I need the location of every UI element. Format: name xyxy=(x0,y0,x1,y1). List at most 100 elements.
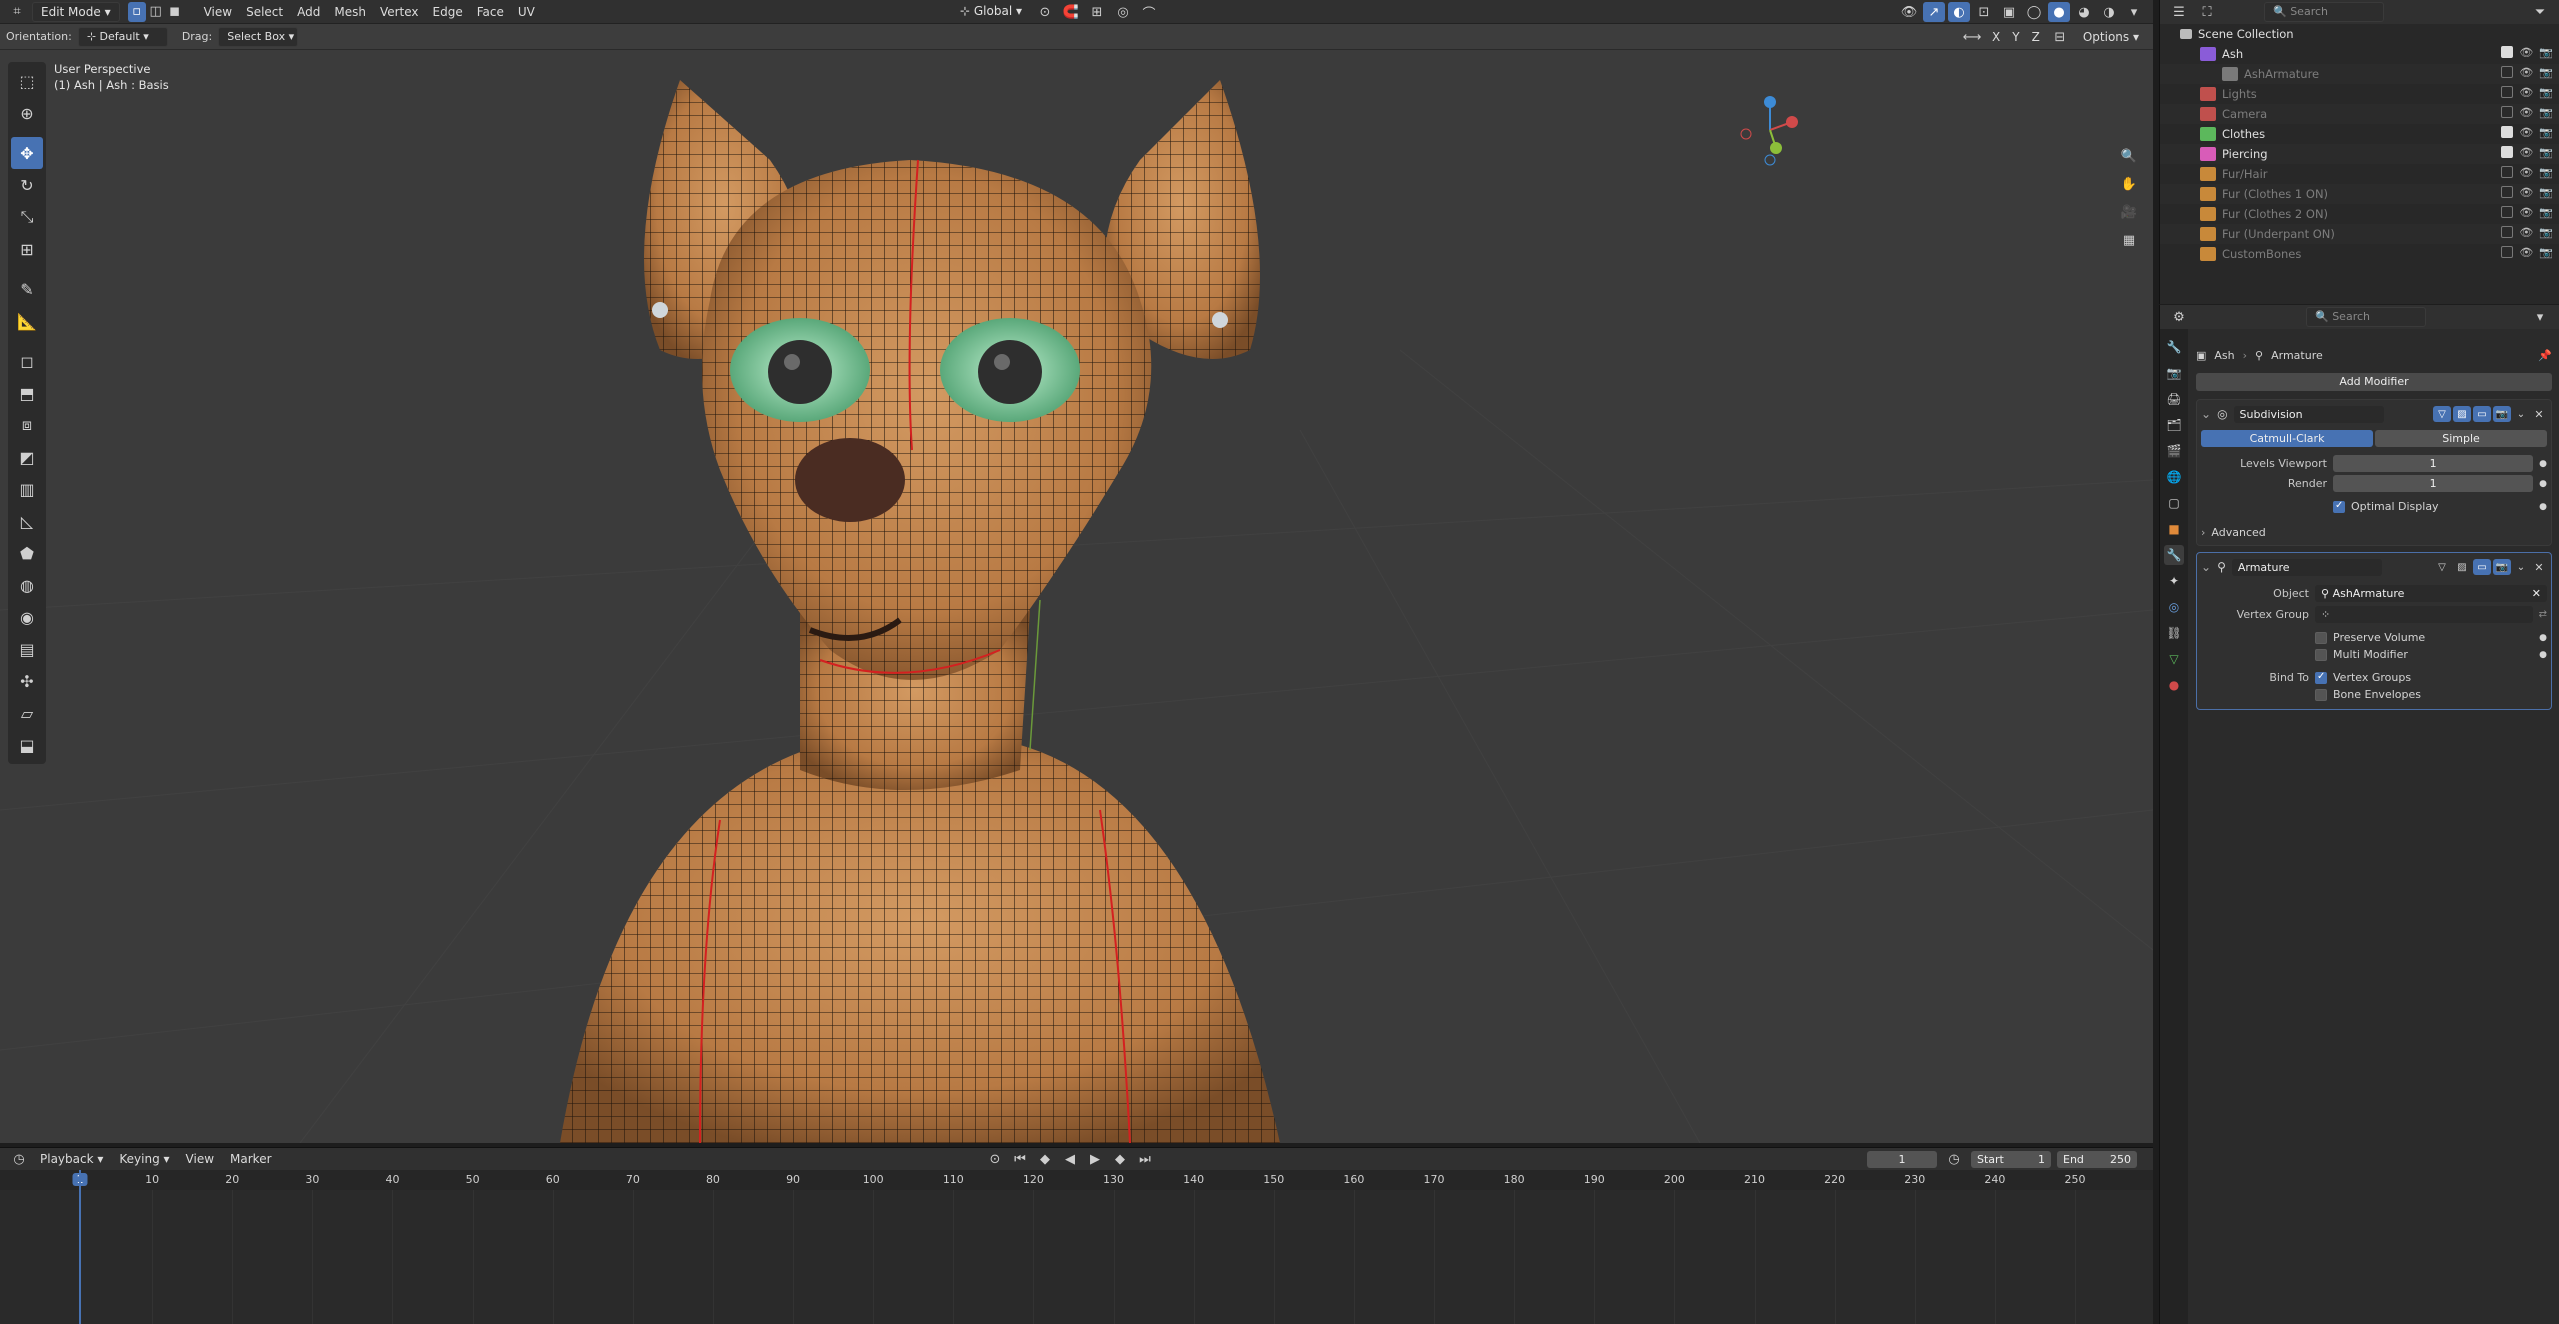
render-tab-icon[interactable]: 📷 xyxy=(2164,363,2184,383)
editor-type-icon[interactable]: ⌗ xyxy=(6,2,28,22)
keyframe-dot-icon[interactable]: ● xyxy=(2539,633,2547,643)
properties-options-icon[interactable]: ▾ xyxy=(2529,307,2551,327)
edge-select-icon[interactable]: ◫ xyxy=(147,2,165,22)
cage-toggle-icon[interactable]: ▨ xyxy=(2453,559,2471,575)
render-camera-icon[interactable]: 📷 xyxy=(2539,226,2553,239)
exclude-checkbox[interactable] xyxy=(2501,126,2514,138)
levels-viewport-field[interactable]: 1 xyxy=(2333,455,2534,472)
playhead[interactable] xyxy=(79,1170,81,1324)
axis-x[interactable]: X xyxy=(1989,27,2003,47)
edit-mode-toggle-icon[interactable]: ▽ xyxy=(2433,406,2451,422)
display-mode-icon[interactable]: ⛶ xyxy=(2196,2,2218,22)
menu-vertex[interactable]: Vertex xyxy=(374,2,425,22)
select-box-icon[interactable]: ⬚ xyxy=(11,65,43,97)
outliner-item[interactable]: Lights 👁 📷 xyxy=(2160,84,2559,104)
visibility-eye-icon[interactable]: 👁 xyxy=(2519,126,2533,139)
viewport-toggle-icon[interactable]: ▭ xyxy=(2473,406,2491,422)
outliner-item[interactable]: Fur (Underpant ON) 👁 📷 xyxy=(2160,224,2559,244)
scale-icon[interactable]: ⤡ xyxy=(11,201,43,233)
timeline-editor-icon[interactable]: ◷ xyxy=(8,1149,30,1169)
viewport-toggle-icon[interactable]: ▭ xyxy=(2473,559,2491,575)
visibility-eye-icon[interactable]: 👁 xyxy=(2519,206,2533,219)
render-camera-icon[interactable]: 📷 xyxy=(2539,46,2553,59)
vertex-group-field[interactable]: ⁘ xyxy=(2315,606,2533,623)
collapse-chevron-icon[interactable]: ⌄ xyxy=(2201,407,2211,421)
exclude-checkbox[interactable] xyxy=(2501,146,2514,158)
snap-target-icon[interactable]: ⊞ xyxy=(1086,2,1108,22)
spin-icon[interactable]: ◍ xyxy=(11,569,43,601)
axis-y[interactable]: Y xyxy=(2009,27,2022,47)
rotate-icon[interactable]: ↻ xyxy=(11,169,43,201)
exclude-checkbox[interactable] xyxy=(2501,66,2514,78)
current-frame-field[interactable]: 1 xyxy=(1867,1150,1937,1168)
outliner-item[interactable]: Camera 👁 📷 xyxy=(2160,104,2559,124)
jump-start-icon[interactable]: ⏮ xyxy=(1009,1149,1031,1169)
exclude-checkbox[interactable] xyxy=(2501,86,2514,98)
constraints-tab-icon[interactable]: ⛓ xyxy=(2164,623,2184,643)
render-toggle-icon[interactable]: 📷 xyxy=(2493,406,2511,422)
menu-edge[interactable]: Edge xyxy=(427,2,469,22)
exclude-checkbox[interactable] xyxy=(2501,46,2514,58)
output-tab-icon[interactable]: 🖨 xyxy=(2164,389,2184,409)
visibility-eye-icon[interactable]: 👁 xyxy=(2519,66,2533,79)
end-frame-field[interactable]: End 250 xyxy=(2057,1150,2137,1168)
annotate-icon[interactable]: ✎ xyxy=(11,273,43,305)
render-camera-icon[interactable]: 📷 xyxy=(2539,146,2553,159)
render-camera-icon[interactable]: 📷 xyxy=(2539,66,2553,79)
options-dropdown[interactable]: Options ▾ xyxy=(2077,27,2145,47)
visibility-eye-icon[interactable]: 👁 xyxy=(2519,166,2533,179)
snap-icon[interactable]: 🧲 xyxy=(1060,2,1082,22)
collection-tab-icon[interactable]: ▢ xyxy=(2164,493,2184,513)
jump-end-icon[interactable]: ⏭ xyxy=(1134,1149,1156,1169)
mirror-icon[interactable]: ⟷ xyxy=(1961,27,1983,47)
menu-mesh[interactable]: Mesh xyxy=(328,2,372,22)
camera-view-icon[interactable]: 🎥 xyxy=(2118,202,2140,222)
visibility-eye-icon[interactable]: 👁 xyxy=(2519,86,2533,99)
simple-tab[interactable]: Simple xyxy=(2375,430,2547,447)
outliner-item[interactable]: Fur (Clothes 2 ON) 👁 📷 xyxy=(2160,204,2559,224)
extrude-icon[interactable]: ⬒ xyxy=(11,377,43,409)
keyframe-dot-icon[interactable]: ● xyxy=(2539,502,2547,512)
physics-tab-icon[interactable]: ◎ xyxy=(2164,597,2184,617)
loop-cut-icon[interactable]: ▥ xyxy=(11,473,43,505)
visibility-eye-icon[interactable]: 👁 xyxy=(2519,246,2533,259)
smooth-icon[interactable]: ◉ xyxy=(11,601,43,633)
render-camera-icon[interactable]: 📷 xyxy=(2539,126,2553,139)
properties-search[interactable]: 🔍 Search xyxy=(2306,307,2426,327)
shading-options-icon[interactable]: ▾ xyxy=(2123,2,2145,22)
data-tab-icon[interactable]: ▽ xyxy=(2164,649,2184,669)
orientation-dropdown[interactable]: ⊹ Default ▾ xyxy=(77,26,168,47)
outliner-search[interactable]: 🔍 Search xyxy=(2264,2,2384,22)
record-icon[interactable]: ⊙ xyxy=(984,1149,1006,1169)
visibility-eye-icon[interactable]: 👁 xyxy=(2519,46,2533,59)
bone-envelopes-checkbox[interactable] xyxy=(2315,688,2327,701)
3d-viewport[interactable]: User Perspective (1) Ash | Ash : Basis 🔍… xyxy=(0,50,2153,1143)
shrink-fatten-icon[interactable]: ✣ xyxy=(11,665,43,697)
outliner-editor-icon[interactable]: ☰ xyxy=(2168,2,2190,22)
pan-hand-icon[interactable]: ✋ xyxy=(2118,174,2140,194)
pin-icon[interactable]: 📌 xyxy=(2538,349,2552,362)
measure-icon[interactable]: 📐 xyxy=(11,305,43,337)
shear-icon[interactable]: ▱ xyxy=(11,697,43,729)
menu-marker[interactable]: Marker xyxy=(224,1149,277,1169)
shading-material-icon[interactable]: ◕ xyxy=(2073,2,2095,22)
menu-playback[interactable]: Playback ▾ xyxy=(34,1149,109,1169)
scene-tab-icon[interactable]: 🎬 xyxy=(2164,441,2184,461)
transform-orientation-dropdown[interactable]: ⊹ Global ▾ xyxy=(952,2,1030,22)
keyframe-dot-icon[interactable]: ● xyxy=(2539,479,2547,489)
menu-add[interactable]: Add xyxy=(291,2,326,22)
menu-uv[interactable]: UV xyxy=(512,2,541,22)
visibility-eye-icon[interactable]: 👁 xyxy=(2519,146,2533,159)
outliner-item[interactable]: Ash 👁 📷 xyxy=(2160,44,2559,64)
subdivision-name-field[interactable]: Subdivision xyxy=(2233,405,2384,423)
render-camera-icon[interactable]: 📷 xyxy=(2539,186,2553,199)
world-tab-icon[interactable]: 🌐 xyxy=(2164,467,2184,487)
exclude-checkbox[interactable] xyxy=(2501,166,2514,178)
optimal-display-checkbox[interactable] xyxy=(2333,500,2345,513)
render-camera-icon[interactable]: 📷 xyxy=(2539,206,2553,219)
falloff-icon[interactable]: ⌒ xyxy=(1138,2,1160,22)
vertex-groups-checkbox[interactable] xyxy=(2315,671,2327,684)
keyframe-dot-icon[interactable]: ● xyxy=(2539,650,2547,660)
edit-mode-toggle-icon[interactable]: ▽ xyxy=(2433,559,2451,575)
menu-keying[interactable]: Keying ▾ xyxy=(113,1149,175,1169)
